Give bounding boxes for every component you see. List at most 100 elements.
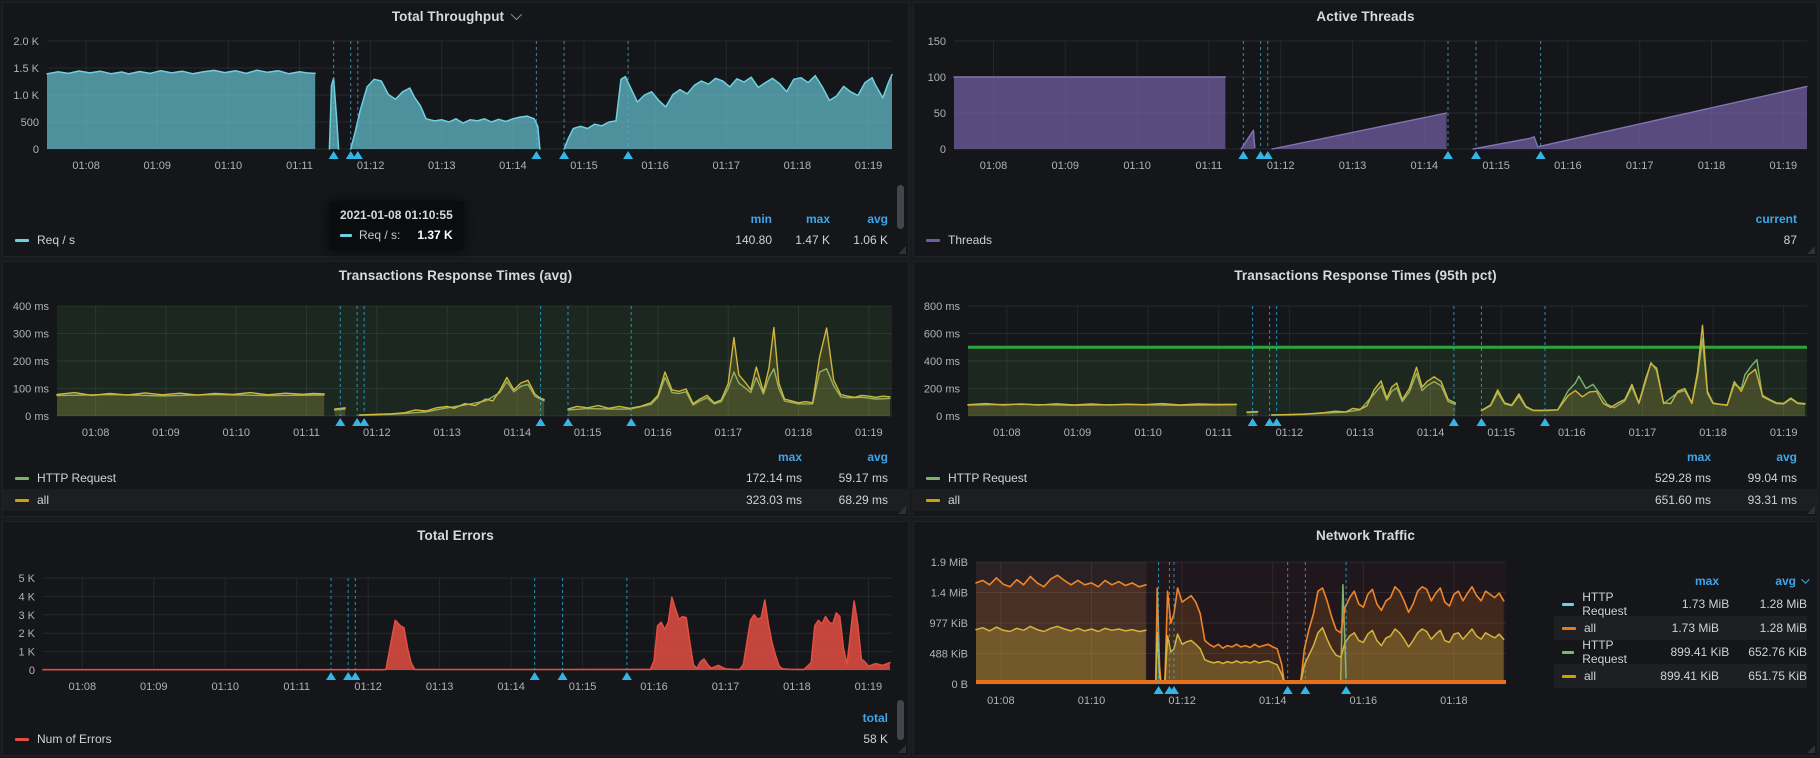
panel-resize-handle[interactable] — [898, 745, 906, 753]
legend-header-avg[interactable]: avg — [1711, 447, 1797, 467]
legend-header-avg[interactable]: avg — [1719, 574, 1807, 588]
legend-header-avg[interactable]: avg — [830, 209, 888, 229]
legend-header-min[interactable]: min — [714, 209, 772, 229]
chart-canvas-transactions-response-avg[interactable]: 0 ms100 ms200 ms300 ms400 ms01:0801:0901… — [3, 288, 908, 446]
annotation-marker-icon[interactable] — [1536, 151, 1546, 159]
panel-resize-handle[interactable] — [1807, 506, 1815, 514]
x-tick-label: 01:08 — [72, 160, 100, 172]
chart-canvas-total-errors[interactable]: 01 K2 K3 K4 K5 K01:0801:0901:1001:1101:1… — [3, 548, 908, 700]
legend-header-total[interactable]: total — [826, 708, 888, 728]
annotation-marker-icon[interactable] — [1341, 686, 1351, 694]
panel-title-transactions-response-95[interactable]: Transactions Response Times (95th pct) — [1234, 268, 1496, 283]
legend-row-http-request: HTTP Request172.14 ms59.17 ms — [3, 467, 908, 489]
panel-resize-handle[interactable] — [898, 506, 906, 514]
legend-header-max[interactable]: max — [716, 447, 802, 467]
panel-title-active-threads[interactable]: Active Threads — [1316, 9, 1414, 24]
series-fill — [47, 70, 315, 149]
legend-row-threads: Threads87 — [914, 229, 1817, 251]
legend-series-toggle[interactable]: HTTP Request — [1562, 638, 1651, 666]
legend-network-traffic: maxavgHTTP Request1.73 MiB1.28 MiBall1.7… — [1554, 570, 1807, 688]
legend-scrollbar[interactable] — [897, 185, 904, 229]
panel-resize-handle[interactable] — [1807, 246, 1815, 254]
annotation-marker-icon[interactable] — [536, 418, 546, 426]
annotation-marker-icon[interactable] — [623, 151, 633, 159]
x-tick-label: 01:14 — [1259, 695, 1287, 707]
annotation-marker-icon[interactable] — [1476, 418, 1486, 426]
annotation-marker-icon[interactable] — [559, 151, 569, 159]
annotation-marker-icon[interactable] — [1248, 418, 1258, 426]
chart-canvas-transactions-response-95[interactable]: 0 ms200 ms400 ms600 ms800 ms01:0801:0901… — [914, 288, 1817, 446]
chart-canvas-active-threads[interactable]: 05010015001:0801:0901:1001:1101:1201:130… — [914, 29, 1817, 179]
legend-series-toggle[interactable]: Num of Errors — [15, 732, 112, 746]
annotation-marker-icon[interactable] — [626, 418, 636, 426]
legend-series-toggle[interactable]: HTTP Request — [15, 471, 116, 485]
series-dash-icon — [926, 477, 940, 480]
legend-header-max[interactable]: max — [1625, 447, 1711, 467]
legend-value: 529.28 ms — [1625, 471, 1711, 485]
legend-series-toggle[interactable]: Threads — [926, 233, 992, 247]
annotation-marker-icon[interactable] — [1238, 151, 1248, 159]
annotation-marker-icon[interactable] — [335, 418, 345, 426]
x-tick-label: 01:15 — [574, 427, 602, 439]
y-tick-label: 0 ms — [25, 411, 49, 423]
legend-series-toggle[interactable]: all — [926, 493, 960, 507]
legend-series-toggle[interactable]: HTTP Request — [1562, 590, 1651, 618]
panel-resize-handle[interactable] — [1807, 745, 1815, 753]
x-tick-label: 01:14 — [497, 681, 525, 693]
y-tick-label: 1.4 MiB — [931, 587, 968, 599]
x-tick-label: 01:15 — [569, 681, 597, 693]
panel-title-network-traffic[interactable]: Network Traffic — [1316, 528, 1415, 543]
x-tick-label: 01:16 — [640, 681, 668, 693]
annotation-marker-icon[interactable] — [1283, 686, 1293, 694]
x-tick-label: 01:17 — [1629, 427, 1657, 439]
x-tick-label: 01:13 — [433, 427, 461, 439]
annotation-marker-icon[interactable] — [353, 151, 363, 159]
annotation-marker-icon[interactable] — [1540, 418, 1550, 426]
series-dash-icon — [340, 234, 352, 237]
annotation-marker-icon[interactable] — [558, 672, 568, 680]
y-tick-label: 100 ms — [13, 384, 50, 396]
annotation-marker-icon[interactable] — [622, 672, 632, 680]
panel-resize-handle[interactable] — [898, 246, 906, 254]
panel-transactions-response-avg: Transactions Response Times (avg) 0 ms 100… — [2, 261, 909, 517]
chart-canvas-total-throughput[interactable]: 05001.0 K1.5 K2.0 K01:0801:0901:1001:110… — [3, 29, 908, 179]
legend-header-max[interactable]: max — [1631, 574, 1719, 588]
legend-series-label: all — [1584, 621, 1596, 635]
panel-title-total-errors[interactable]: Total Errors — [417, 528, 494, 543]
legend-value: 899.41 KiB — [1631, 669, 1719, 683]
annotation-marker-icon[interactable] — [326, 672, 336, 680]
annotation-marker-icon[interactable] — [1449, 418, 1459, 426]
annotation-marker-icon[interactable] — [329, 151, 339, 159]
annotation-marker-icon[interactable] — [531, 151, 541, 159]
annotation-marker-icon[interactable] — [1443, 151, 1453, 159]
legend-scrollbar[interactable] — [897, 700, 904, 740]
series-dash-icon — [926, 499, 940, 502]
annotation-marker-icon[interactable] — [1272, 418, 1282, 426]
x-tick-label: 01:15 — [1482, 160, 1510, 172]
legend-header-max[interactable]: max — [772, 209, 830, 229]
annotation-marker-icon[interactable] — [563, 418, 573, 426]
annotation-marker-icon[interactable] — [350, 672, 360, 680]
annotation-marker-icon[interactable] — [359, 418, 369, 426]
annotation-marker-icon[interactable] — [1154, 686, 1164, 694]
legend-series-toggle[interactable]: Req / s — [15, 233, 75, 247]
annotation-marker-icon[interactable] — [1300, 686, 1310, 694]
legend-series-label: Threads — [948, 233, 992, 247]
legend-series-toggle[interactable]: all — [1562, 669, 1596, 683]
legend-total-errors: totalNum of Errors58 K — [3, 708, 908, 750]
annotation-marker-icon[interactable] — [1471, 151, 1481, 159]
panel-title-transactions-response-avg[interactable]: Transactions Response Times (avg) — [339, 268, 572, 283]
legend-series-toggle[interactable]: HTTP Request — [926, 471, 1027, 485]
legend-series-label: Num of Errors — [37, 732, 112, 746]
legend-series-toggle[interactable]: all — [15, 493, 49, 507]
annotation-marker-icon[interactable] — [1263, 151, 1273, 159]
legend-row-http-request: HTTP Request1.73 MiB1.28 MiB — [1554, 592, 1807, 616]
legend-header-current[interactable]: current — [1735, 209, 1797, 229]
annotation-marker-icon[interactable] — [530, 672, 540, 680]
panel-title-text: Active Threads — [1316, 9, 1414, 24]
panel-title-total-throughput[interactable]: Total Throughput — [392, 9, 519, 24]
legend-series-toggle[interactable]: all — [1562, 621, 1596, 635]
series-dash-icon — [15, 477, 29, 480]
x-tick-label: 01:18 — [1699, 427, 1727, 439]
legend-header-avg[interactable]: avg — [802, 447, 888, 467]
